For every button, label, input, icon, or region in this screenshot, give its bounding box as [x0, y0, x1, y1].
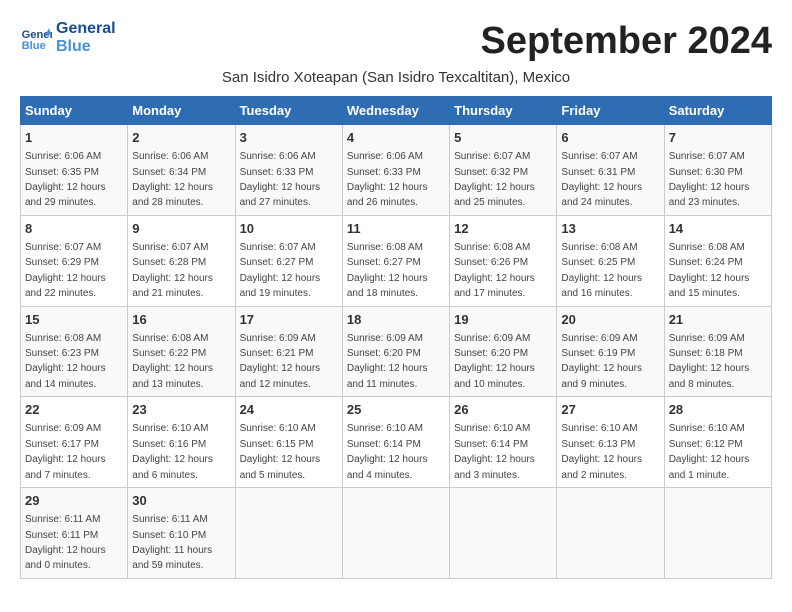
calendar-day-empty — [664, 488, 771, 579]
calendar-week-3: 22Sunrise: 6:09 AMSunset: 6:17 PMDayligh… — [21, 397, 772, 488]
calendar-day-17: 17Sunrise: 6:09 AMSunset: 6:21 PMDayligh… — [235, 306, 342, 397]
calendar-day-empty — [450, 488, 557, 579]
logo-icon: General Blue — [20, 22, 52, 54]
calendar-day-3: 3Sunrise: 6:06 AMSunset: 6:33 PMDaylight… — [235, 125, 342, 216]
calendar-day-1: 1Sunrise: 6:06 AMSunset: 6:35 PMDaylight… — [21, 125, 128, 216]
calendar-day-13: 13Sunrise: 6:08 AMSunset: 6:25 PMDayligh… — [557, 215, 664, 306]
calendar-day-11: 11Sunrise: 6:08 AMSunset: 6:27 PMDayligh… — [342, 215, 449, 306]
svg-text:Blue: Blue — [22, 40, 46, 52]
calendar-day-9: 9Sunrise: 6:07 AMSunset: 6:28 PMDaylight… — [128, 215, 235, 306]
calendar-subtitle: San Isidro Xoteapan (San Isidro Texcalti… — [20, 69, 772, 86]
calendar-day-30: 30Sunrise: 6:11 AMSunset: 6:10 PMDayligh… — [128, 488, 235, 579]
header-friday: Friday — [557, 97, 664, 125]
calendar-day-20: 20Sunrise: 6:09 AMSunset: 6:19 PMDayligh… — [557, 306, 664, 397]
calendar-week-2: 15Sunrise: 6:08 AMSunset: 6:23 PMDayligh… — [21, 306, 772, 397]
calendar-day-29: 29Sunrise: 6:11 AMSunset: 6:11 PMDayligh… — [21, 488, 128, 579]
header-tuesday: Tuesday — [235, 97, 342, 125]
calendar-day-5: 5Sunrise: 6:07 AMSunset: 6:32 PMDaylight… — [450, 125, 557, 216]
header-thursday: Thursday — [450, 97, 557, 125]
calendar-day-empty — [235, 488, 342, 579]
calendar-day-28: 28Sunrise: 6:10 AMSunset: 6:12 PMDayligh… — [664, 397, 771, 488]
logo: General Blue General Blue — [20, 20, 116, 55]
header-saturday: Saturday — [664, 97, 771, 125]
header-wednesday: Wednesday — [342, 97, 449, 125]
calendar-day-6: 6Sunrise: 6:07 AMSunset: 6:31 PMDaylight… — [557, 125, 664, 216]
calendar-day-16: 16Sunrise: 6:08 AMSunset: 6:22 PMDayligh… — [128, 306, 235, 397]
calendar-day-empty — [342, 488, 449, 579]
calendar-week-0: 1Sunrise: 6:06 AMSunset: 6:35 PMDaylight… — [21, 125, 772, 216]
calendar-day-7: 7Sunrise: 6:07 AMSunset: 6:30 PMDaylight… — [664, 125, 771, 216]
calendar-day-19: 19Sunrise: 6:09 AMSunset: 6:20 PMDayligh… — [450, 306, 557, 397]
calendar-day-15: 15Sunrise: 6:08 AMSunset: 6:23 PMDayligh… — [21, 306, 128, 397]
calendar-day-27: 27Sunrise: 6:10 AMSunset: 6:13 PMDayligh… — [557, 397, 664, 488]
calendar-day-18: 18Sunrise: 6:09 AMSunset: 6:20 PMDayligh… — [342, 306, 449, 397]
calendar-day-24: 24Sunrise: 6:10 AMSunset: 6:15 PMDayligh… — [235, 397, 342, 488]
calendar-day-10: 10Sunrise: 6:07 AMSunset: 6:27 PMDayligh… — [235, 215, 342, 306]
calendar-header-row: SundayMondayTuesdayWednesdayThursdayFrid… — [21, 97, 772, 125]
calendar-day-empty — [557, 488, 664, 579]
calendar-table: SundayMondayTuesdayWednesdayThursdayFrid… — [20, 96, 772, 579]
calendar-day-23: 23Sunrise: 6:10 AMSunset: 6:16 PMDayligh… — [128, 397, 235, 488]
calendar-day-2: 2Sunrise: 6:06 AMSunset: 6:34 PMDaylight… — [128, 125, 235, 216]
calendar-day-25: 25Sunrise: 6:10 AMSunset: 6:14 PMDayligh… — [342, 397, 449, 488]
header-sunday: Sunday — [21, 97, 128, 125]
calendar-week-1: 8Sunrise: 6:07 AMSunset: 6:29 PMDaylight… — [21, 215, 772, 306]
logo-blue: Blue — [56, 38, 116, 56]
svg-text:General: General — [22, 29, 52, 41]
calendar-day-8: 8Sunrise: 6:07 AMSunset: 6:29 PMDaylight… — [21, 215, 128, 306]
calendar-day-21: 21Sunrise: 6:09 AMSunset: 6:18 PMDayligh… — [664, 306, 771, 397]
header-monday: Monday — [128, 97, 235, 125]
calendar-day-26: 26Sunrise: 6:10 AMSunset: 6:14 PMDayligh… — [450, 397, 557, 488]
logo-general: General — [56, 20, 116, 38]
calendar-week-4: 29Sunrise: 6:11 AMSunset: 6:11 PMDayligh… — [21, 488, 772, 579]
calendar-day-14: 14Sunrise: 6:08 AMSunset: 6:24 PMDayligh… — [664, 215, 771, 306]
calendar-day-22: 22Sunrise: 6:09 AMSunset: 6:17 PMDayligh… — [21, 397, 128, 488]
calendar-day-4: 4Sunrise: 6:06 AMSunset: 6:33 PMDaylight… — [342, 125, 449, 216]
calendar-day-12: 12Sunrise: 6:08 AMSunset: 6:26 PMDayligh… — [450, 215, 557, 306]
month-year: September 2024 — [481, 20, 773, 63]
month-year-title: September 2024 — [481, 20, 773, 63]
